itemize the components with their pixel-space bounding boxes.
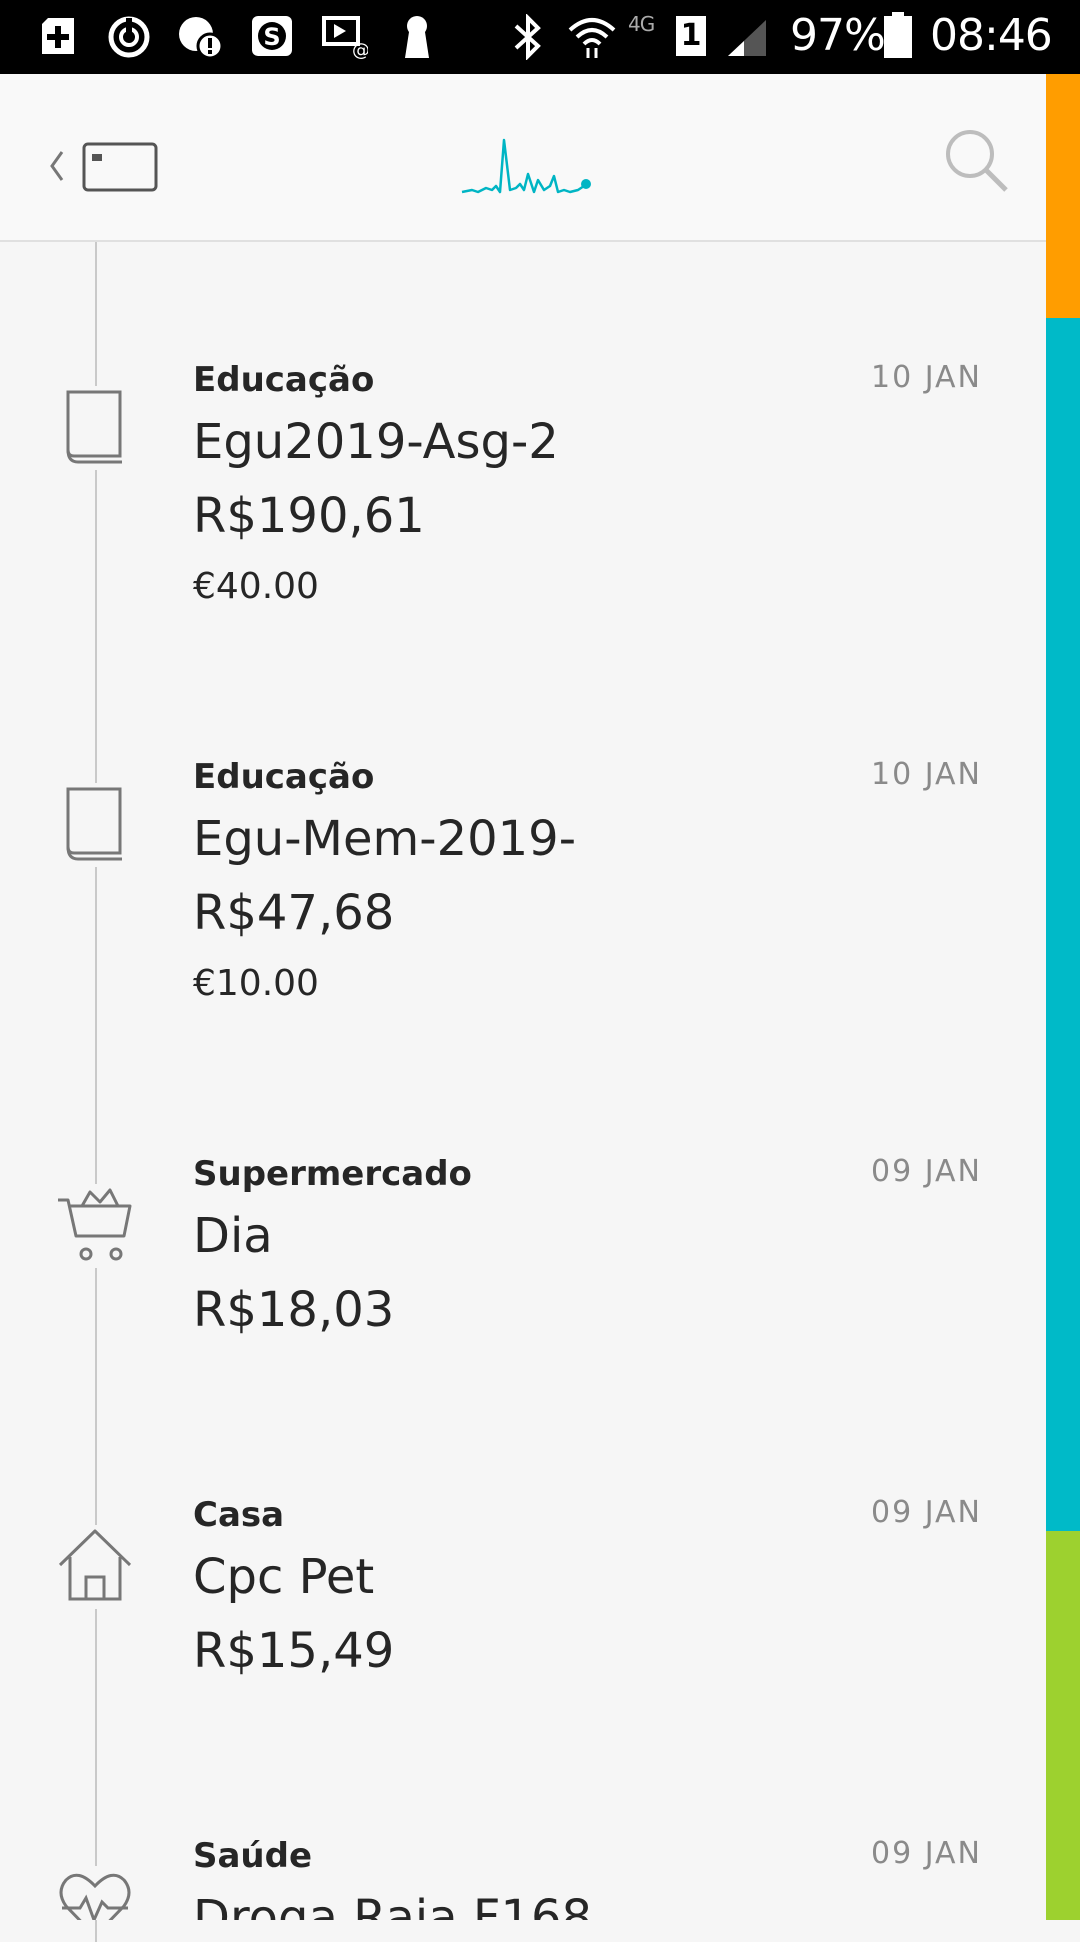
transaction-name: Dia bbox=[193, 1208, 273, 1264]
accent-strip-green bbox=[1046, 1531, 1080, 1920]
sparkline-logo-icon bbox=[461, 138, 591, 194]
transaction-name: Egu2019-Asg-2 bbox=[193, 414, 559, 470]
heart-pulse-icon bbox=[56, 1866, 134, 1920]
network-type-label: 4G bbox=[628, 12, 655, 36]
add-box-icon bbox=[42, 18, 74, 54]
house-icon bbox=[56, 1525, 134, 1609]
transaction-amount: R$15,49 bbox=[193, 1623, 395, 1679]
transaction-category: Casa bbox=[193, 1495, 285, 1535]
transaction-amount: R$18,03 bbox=[193, 1282, 395, 1338]
status-time: 08:46 bbox=[930, 10, 1053, 61]
transaction-amount: R$190,61 bbox=[193, 488, 425, 544]
dollar-icon: S bbox=[252, 16, 292, 56]
search-icon[interactable] bbox=[942, 126, 1012, 196]
shopping-cart-icon bbox=[56, 1184, 134, 1268]
app-header bbox=[0, 74, 1046, 242]
transaction-category: Educação bbox=[193, 757, 375, 797]
transaction-name: Egu-Mem-2019- bbox=[193, 811, 577, 867]
transaction-name: Cpc Pet bbox=[193, 1549, 375, 1605]
alert-icon bbox=[179, 17, 224, 60]
transaction-name: Droga Raia F168 bbox=[193, 1890, 593, 1920]
keyhole-icon bbox=[405, 16, 429, 58]
svg-text:S: S bbox=[263, 23, 280, 51]
transaction-date: 09 JAN bbox=[871, 1836, 982, 1871]
transaction-foreign-amount: €10.00 bbox=[193, 963, 319, 1004]
transaction-item[interactable]: Casa 09 JAN Cpc Pet R$15,49 bbox=[0, 1495, 1046, 1695]
accent-strip-orange bbox=[1046, 74, 1080, 318]
media-mail-icon: @ bbox=[322, 16, 368, 60]
transaction-date: 10 JAN bbox=[871, 360, 982, 395]
credit-card-icon bbox=[82, 142, 158, 192]
battery-percent: 97% bbox=[790, 10, 886, 61]
transaction-item[interactable]: Educação 10 JAN Egu-Mem-2019- R$47,68 €1… bbox=[0, 757, 1046, 1007]
transaction-date: 09 JAN bbox=[871, 1154, 982, 1189]
transaction-item[interactable]: Supermercado 09 JAN Dia R$18,03 bbox=[0, 1154, 1046, 1354]
transaction-category: Supermercado bbox=[193, 1154, 472, 1194]
book-icon bbox=[56, 386, 134, 470]
transaction-item[interactable]: Educação 10 JAN Egu2019-Asg-2 R$190,61 €… bbox=[0, 360, 1046, 610]
svg-text:@: @ bbox=[352, 40, 368, 60]
wifi-icon bbox=[568, 18, 616, 58]
transaction-date: 09 JAN bbox=[871, 1495, 982, 1530]
bluetooth-icon bbox=[514, 14, 541, 60]
book-icon bbox=[56, 783, 134, 867]
transaction-category: Educação bbox=[193, 360, 375, 400]
accent-strip-teal bbox=[1046, 318, 1080, 1531]
back-card-button[interactable] bbox=[44, 126, 164, 202]
battery-icon bbox=[884, 12, 912, 58]
transaction-foreign-amount: €40.00 bbox=[193, 566, 319, 607]
transaction-category: Saúde bbox=[193, 1836, 313, 1876]
signal-icon bbox=[728, 20, 766, 56]
status-bar: S @ 4G 1 97% 08:46 bbox=[0, 0, 1080, 74]
sim-slot-label: 1 bbox=[680, 18, 702, 53]
sync-icon bbox=[108, 16, 150, 58]
transaction-amount: R$47,68 bbox=[193, 885, 395, 941]
sim-slot-badge: 1 bbox=[676, 16, 706, 56]
transaction-item[interactable]: Saúde 09 JAN Droga Raia F168 bbox=[0, 1836, 1046, 1920]
chevron-left-icon bbox=[50, 151, 64, 181]
transaction-date: 10 JAN bbox=[871, 757, 982, 792]
